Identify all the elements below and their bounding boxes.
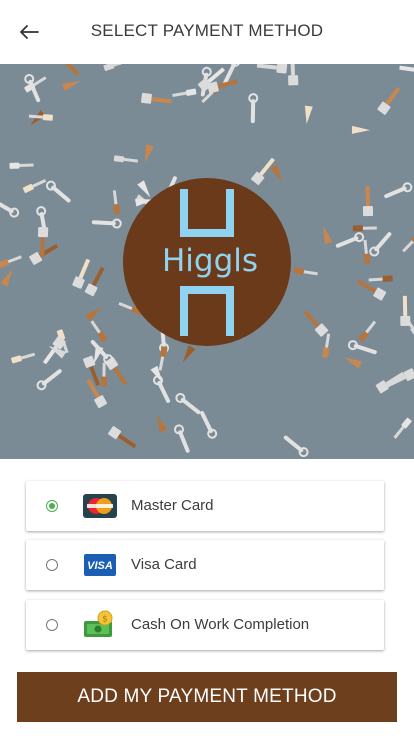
svg-text:VISA: VISA [87,560,113,572]
mastercard-icon [83,494,117,518]
app-header: SELECT PAYMENT METHOD [0,0,414,64]
brand-banner: Higgls [0,64,414,459]
payment-label: Cash On Work Completion [131,616,310,633]
radio-button[interactable] [46,500,58,512]
visa-icon: VISA [84,554,116,576]
payment-option-mastercard[interactable]: Master Card [26,481,384,531]
payment-options: Master Card VISA Visa Card $ Cash On Wor… [0,459,414,669]
add-payment-method-button[interactable]: ADD MY PAYMENT METHOD [17,672,397,722]
payment-label: Master Card [131,497,214,514]
tools-pattern-illustration: Higgls [0,64,414,459]
page-title: SELECT PAYMENT METHOD [90,21,324,40]
radio-button[interactable] [46,559,58,571]
payment-label: Visa Card [131,556,197,573]
payment-option-cash[interactable]: $ Cash On Work Completion [26,600,384,650]
logo: Higgls [123,178,291,346]
svg-text:$: $ [102,615,108,625]
cash-icon: $ [84,610,113,637]
logo-text: Higgls [162,243,258,279]
radio-button[interactable] [46,619,58,631]
payment-option-visa[interactable]: VISA Visa Card [26,540,384,590]
